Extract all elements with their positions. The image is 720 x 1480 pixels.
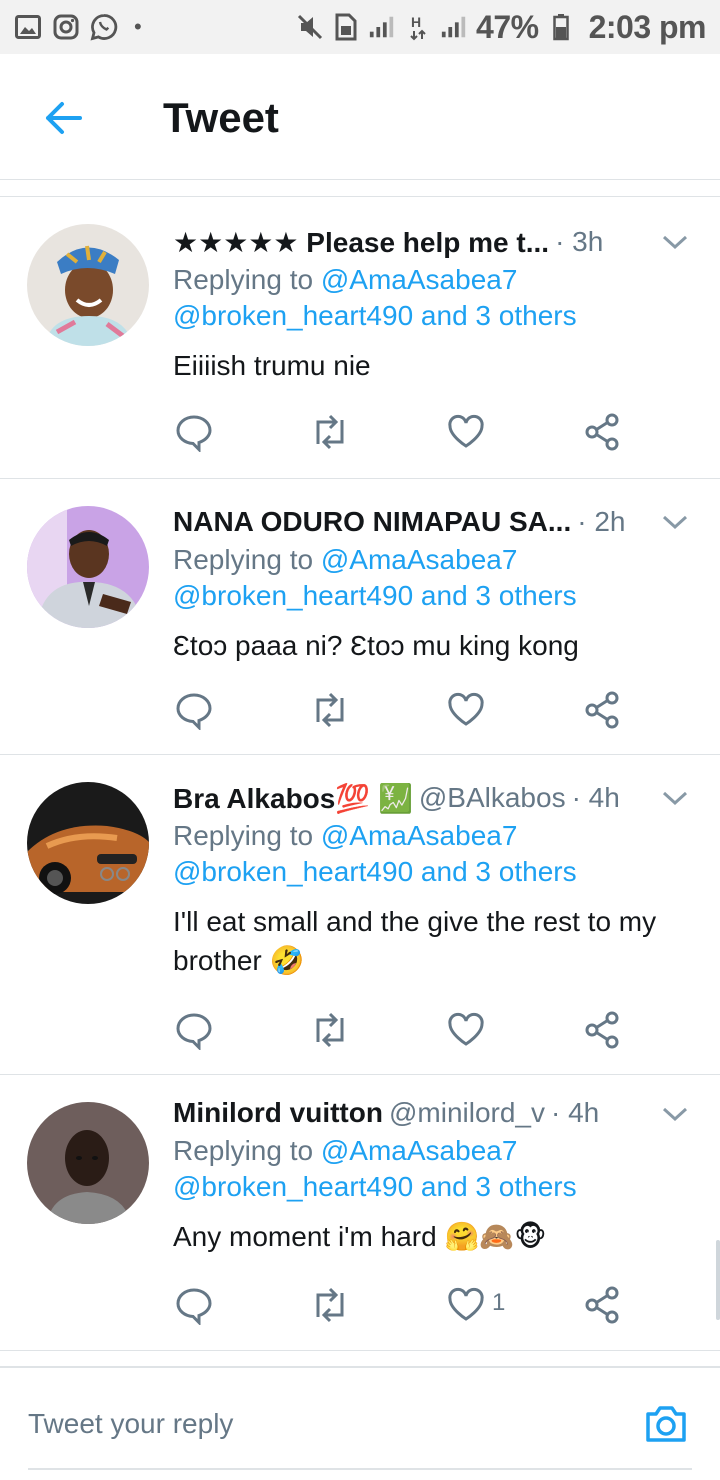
additional-mentions[interactable]: @broken_heart490 and 3 others <box>173 300 703 340</box>
chevron-down-icon[interactable] <box>660 507 690 537</box>
additional-mentions[interactable]: @broken_heart490 and 3 others <box>173 580 703 620</box>
replying-to-line: Replying to @AmaAsabea7 <box>173 544 703 580</box>
avatar[interactable] <box>27 224 149 346</box>
tweet-time: · 2h <box>577 506 626 537</box>
author-name[interactable]: Minilord vuitton <box>173 1097 383 1129</box>
network-type-icon: H <box>404 13 432 41</box>
reply-tweet-1[interactable]: ★★★★★ Please help me t... · 3h Replying … <box>0 197 720 479</box>
author-name[interactable]: Bra Alkabos💯 💹 <box>173 782 413 815</box>
back-arrow-icon[interactable] <box>40 94 88 142</box>
chevron-down-icon[interactable] <box>660 783 690 813</box>
gallery-icon <box>14 13 42 41</box>
heart-icon[interactable] <box>444 410 488 454</box>
retweet-icon[interactable] <box>308 1283 352 1327</box>
whatsapp-icon <box>90 13 118 41</box>
share-icon[interactable] <box>580 410 624 454</box>
tweet-time: · 3h <box>555 226 604 257</box>
author-name[interactable]: ★★★★★ Please help me t... <box>173 226 549 259</box>
heart-icon[interactable] <box>444 1283 488 1327</box>
tweet-text: Eiiiish trumu nie <box>173 350 371 381</box>
chevron-down-icon[interactable] <box>660 227 690 257</box>
author-handle[interactable]: @BAlkabos <box>419 782 566 814</box>
replying-to-label: Replying to <box>173 820 321 851</box>
avatar[interactable] <box>27 506 149 628</box>
tweet-text: Ɛtoɔ paaa ni? Ɛtoɔ mu king kong <box>173 630 579 661</box>
replying-to-label: Replying to <box>173 264 321 295</box>
svg-text:H: H <box>411 14 421 30</box>
replying-to-mention[interactable]: @AmaAsabea7 <box>321 264 518 295</box>
author-name[interactable]: NANA ODURO NIMAPAU SA... <box>173 506 571 538</box>
app-bar: Tweet <box>0 54 720 180</box>
replying-to-line: Replying to @AmaAsabea7 <box>173 820 703 856</box>
heart-icon[interactable] <box>444 1008 488 1052</box>
composer-underline <box>28 1468 692 1470</box>
reply-icon[interactable] <box>172 410 216 454</box>
share-icon[interactable] <box>580 1283 624 1327</box>
replying-to-label: Replying to <box>173 1135 321 1166</box>
signal-icon-1 <box>368 13 396 41</box>
replying-to-mention[interactable]: @AmaAsabea7 <box>321 1135 518 1166</box>
scrollbar-thumb[interactable] <box>716 1240 720 1320</box>
tweet-actions <box>172 1008 642 1052</box>
battery-percentage: 47% <box>476 8 539 45</box>
author-handle[interactable]: @minilord_v <box>389 1097 545 1129</box>
additional-mentions[interactable]: @broken_heart490 and 3 others <box>173 856 703 896</box>
clock: 2:03 pm <box>588 8 707 45</box>
replying-to-mention[interactable]: @AmaAsabea7 <box>321 820 518 851</box>
tweet-time: · 4h <box>551 1097 600 1128</box>
avatar[interactable] <box>27 782 149 904</box>
tweet-actions <box>172 410 642 454</box>
share-icon[interactable] <box>580 1008 624 1052</box>
replying-to-label: Replying to <box>173 544 321 575</box>
tweet-actions: 1 <box>172 1283 642 1327</box>
replying-to-line: Replying to @AmaAsabea7 <box>173 264 703 300</box>
replying-to-mention[interactable]: @AmaAsabea7 <box>321 544 518 575</box>
reply-composer: Tweet your reply <box>0 1366 720 1480</box>
sim-card-icon <box>332 13 360 41</box>
reply-icon[interactable] <box>172 1008 216 1052</box>
retweet-icon[interactable] <box>308 1008 352 1052</box>
tweet-text: Any moment i'm hard 🤗🙈🐵 <box>173 1221 547 1252</box>
signal-icon-2 <box>440 13 468 41</box>
share-icon[interactable] <box>580 688 624 732</box>
retweet-icon[interactable] <box>308 688 352 732</box>
reply-tweet-2[interactable]: NANA ODURO NIMAPAU SA... · 2h Replying t… <box>0 479 720 755</box>
heart-icon[interactable] <box>444 688 488 732</box>
retweet-icon[interactable] <box>308 410 352 454</box>
replying-to-line: Replying to @AmaAsabea7 <box>173 1135 703 1171</box>
avatar[interactable] <box>27 1102 149 1224</box>
reply-tweet-3[interactable]: Bra Alkabos💯 💹 @BAlkabos · 4h Replying t… <box>0 755 720 1075</box>
reply-icon[interactable] <box>172 1283 216 1327</box>
tweet-text: I'll eat small and the give the rest to … <box>173 906 657 976</box>
reply-tweet-4[interactable]: Minilord vuitton @minilord_v · 4h Replyi… <box>0 1075 720 1351</box>
status-bar: • H 47% 2:03 pm <box>0 0 720 54</box>
tweet-time: · 4h <box>571 782 620 813</box>
page-title: Tweet <box>163 94 279 141</box>
tweet-actions <box>172 688 642 732</box>
camera-icon[interactable] <box>642 1400 690 1448</box>
chevron-down-icon[interactable] <box>660 1099 690 1129</box>
reply-icon[interactable] <box>172 688 216 732</box>
mute-icon <box>296 13 324 41</box>
additional-mentions[interactable]: @broken_heart490 and 3 others <box>173 1171 703 1211</box>
instagram-icon <box>52 13 80 41</box>
notification-dot: • <box>134 14 142 39</box>
battery-icon <box>547 13 575 41</box>
like-count: 1 <box>492 1289 506 1316</box>
reply-input[interactable]: Tweet your reply <box>28 1408 233 1440</box>
